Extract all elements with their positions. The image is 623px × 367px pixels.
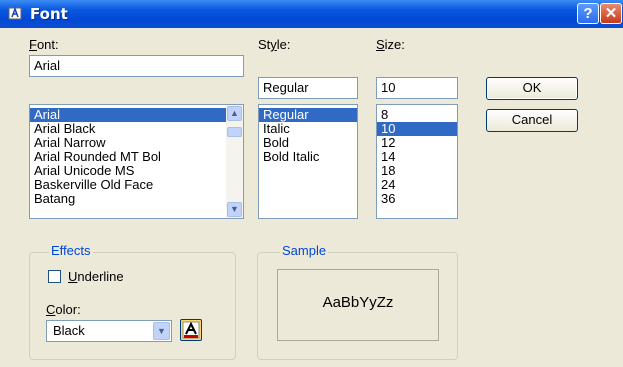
size-list-item[interactable]: 18: [377, 164, 457, 178]
help-icon: ?: [583, 5, 593, 22]
color-label: Color:: [46, 302, 81, 317]
size-list-item[interactable]: 8: [377, 108, 457, 122]
scroll-down-icon[interactable]: ▼: [227, 202, 242, 217]
sample-text: AaBbYyZz: [322, 294, 394, 311]
size-label: Size:: [376, 37, 405, 52]
scroll-up-icon[interactable]: ▲: [227, 106, 242, 121]
close-button[interactable]: ✕: [600, 3, 622, 24]
style-list-item[interactable]: Regular: [259, 108, 357, 122]
chevron-down-icon[interactable]: ▼: [153, 322, 170, 340]
style-input[interactable]: Regular: [258, 77, 358, 99]
font-list[interactable]: Arial Arial Black Arial Narrow Arial Rounde…: [29, 104, 244, 219]
size-list-item[interactable]: 36: [377, 192, 457, 206]
text-color-icon: [182, 321, 200, 339]
font-input[interactable]: Arial: [29, 55, 244, 77]
style-list-item[interactable]: Italic: [259, 122, 357, 136]
size-list-item[interactable]: 12: [377, 136, 457, 150]
font-label: Font:: [29, 37, 59, 52]
style-list[interactable]: Regular Italic Bold Bold Italic: [258, 104, 358, 219]
sample-preview: AaBbYyZz: [277, 269, 439, 341]
font-list-item[interactable]: Arial: [30, 108, 243, 122]
color-select-value: Black: [53, 323, 85, 338]
close-icon: ✕: [604, 5, 618, 22]
underline-label: Underline: [68, 269, 124, 284]
font-list-item[interactable]: Arial Rounded MT Bol: [30, 150, 243, 164]
size-list-item[interactable]: 14: [377, 150, 457, 164]
text-color-button[interactable]: [180, 319, 202, 341]
font-list-item[interactable]: Batang: [30, 192, 243, 206]
ok-button[interactable]: OK: [486, 77, 578, 100]
effects-title: Effects: [49, 243, 93, 258]
color-select[interactable]: Black ▼: [46, 320, 172, 342]
style-list-item[interactable]: Bold Italic: [259, 150, 357, 164]
cancel-button[interactable]: Cancel: [486, 109, 578, 132]
underline-checkbox[interactable]: [48, 270, 61, 283]
font-list-scrollbar[interactable]: ▲ ▼: [226, 105, 243, 218]
font-dialog-icon: [8, 6, 22, 20]
sample-title: Sample: [280, 243, 329, 258]
title-bar: Font ? ✕: [0, 0, 623, 28]
font-list-item[interactable]: Arial Black: [30, 122, 243, 136]
font-list-item[interactable]: Arial Unicode MS: [30, 164, 243, 178]
size-list-item[interactable]: 10: [377, 122, 457, 136]
font-list-item[interactable]: Baskerville Old Face: [30, 178, 243, 192]
help-button[interactable]: ?: [577, 3, 599, 24]
scroll-thumb[interactable]: [227, 127, 242, 137]
size-list[interactable]: 8 10 12 14 18 24 36: [376, 104, 458, 219]
style-list-item[interactable]: Bold: [259, 136, 357, 150]
style-label: Style:: [258, 37, 291, 52]
font-list-item[interactable]: Arial Narrow: [30, 136, 243, 150]
size-input[interactable]: 10: [376, 77, 458, 99]
window-title: Font: [30, 5, 68, 23]
size-list-item[interactable]: 24: [377, 178, 457, 192]
